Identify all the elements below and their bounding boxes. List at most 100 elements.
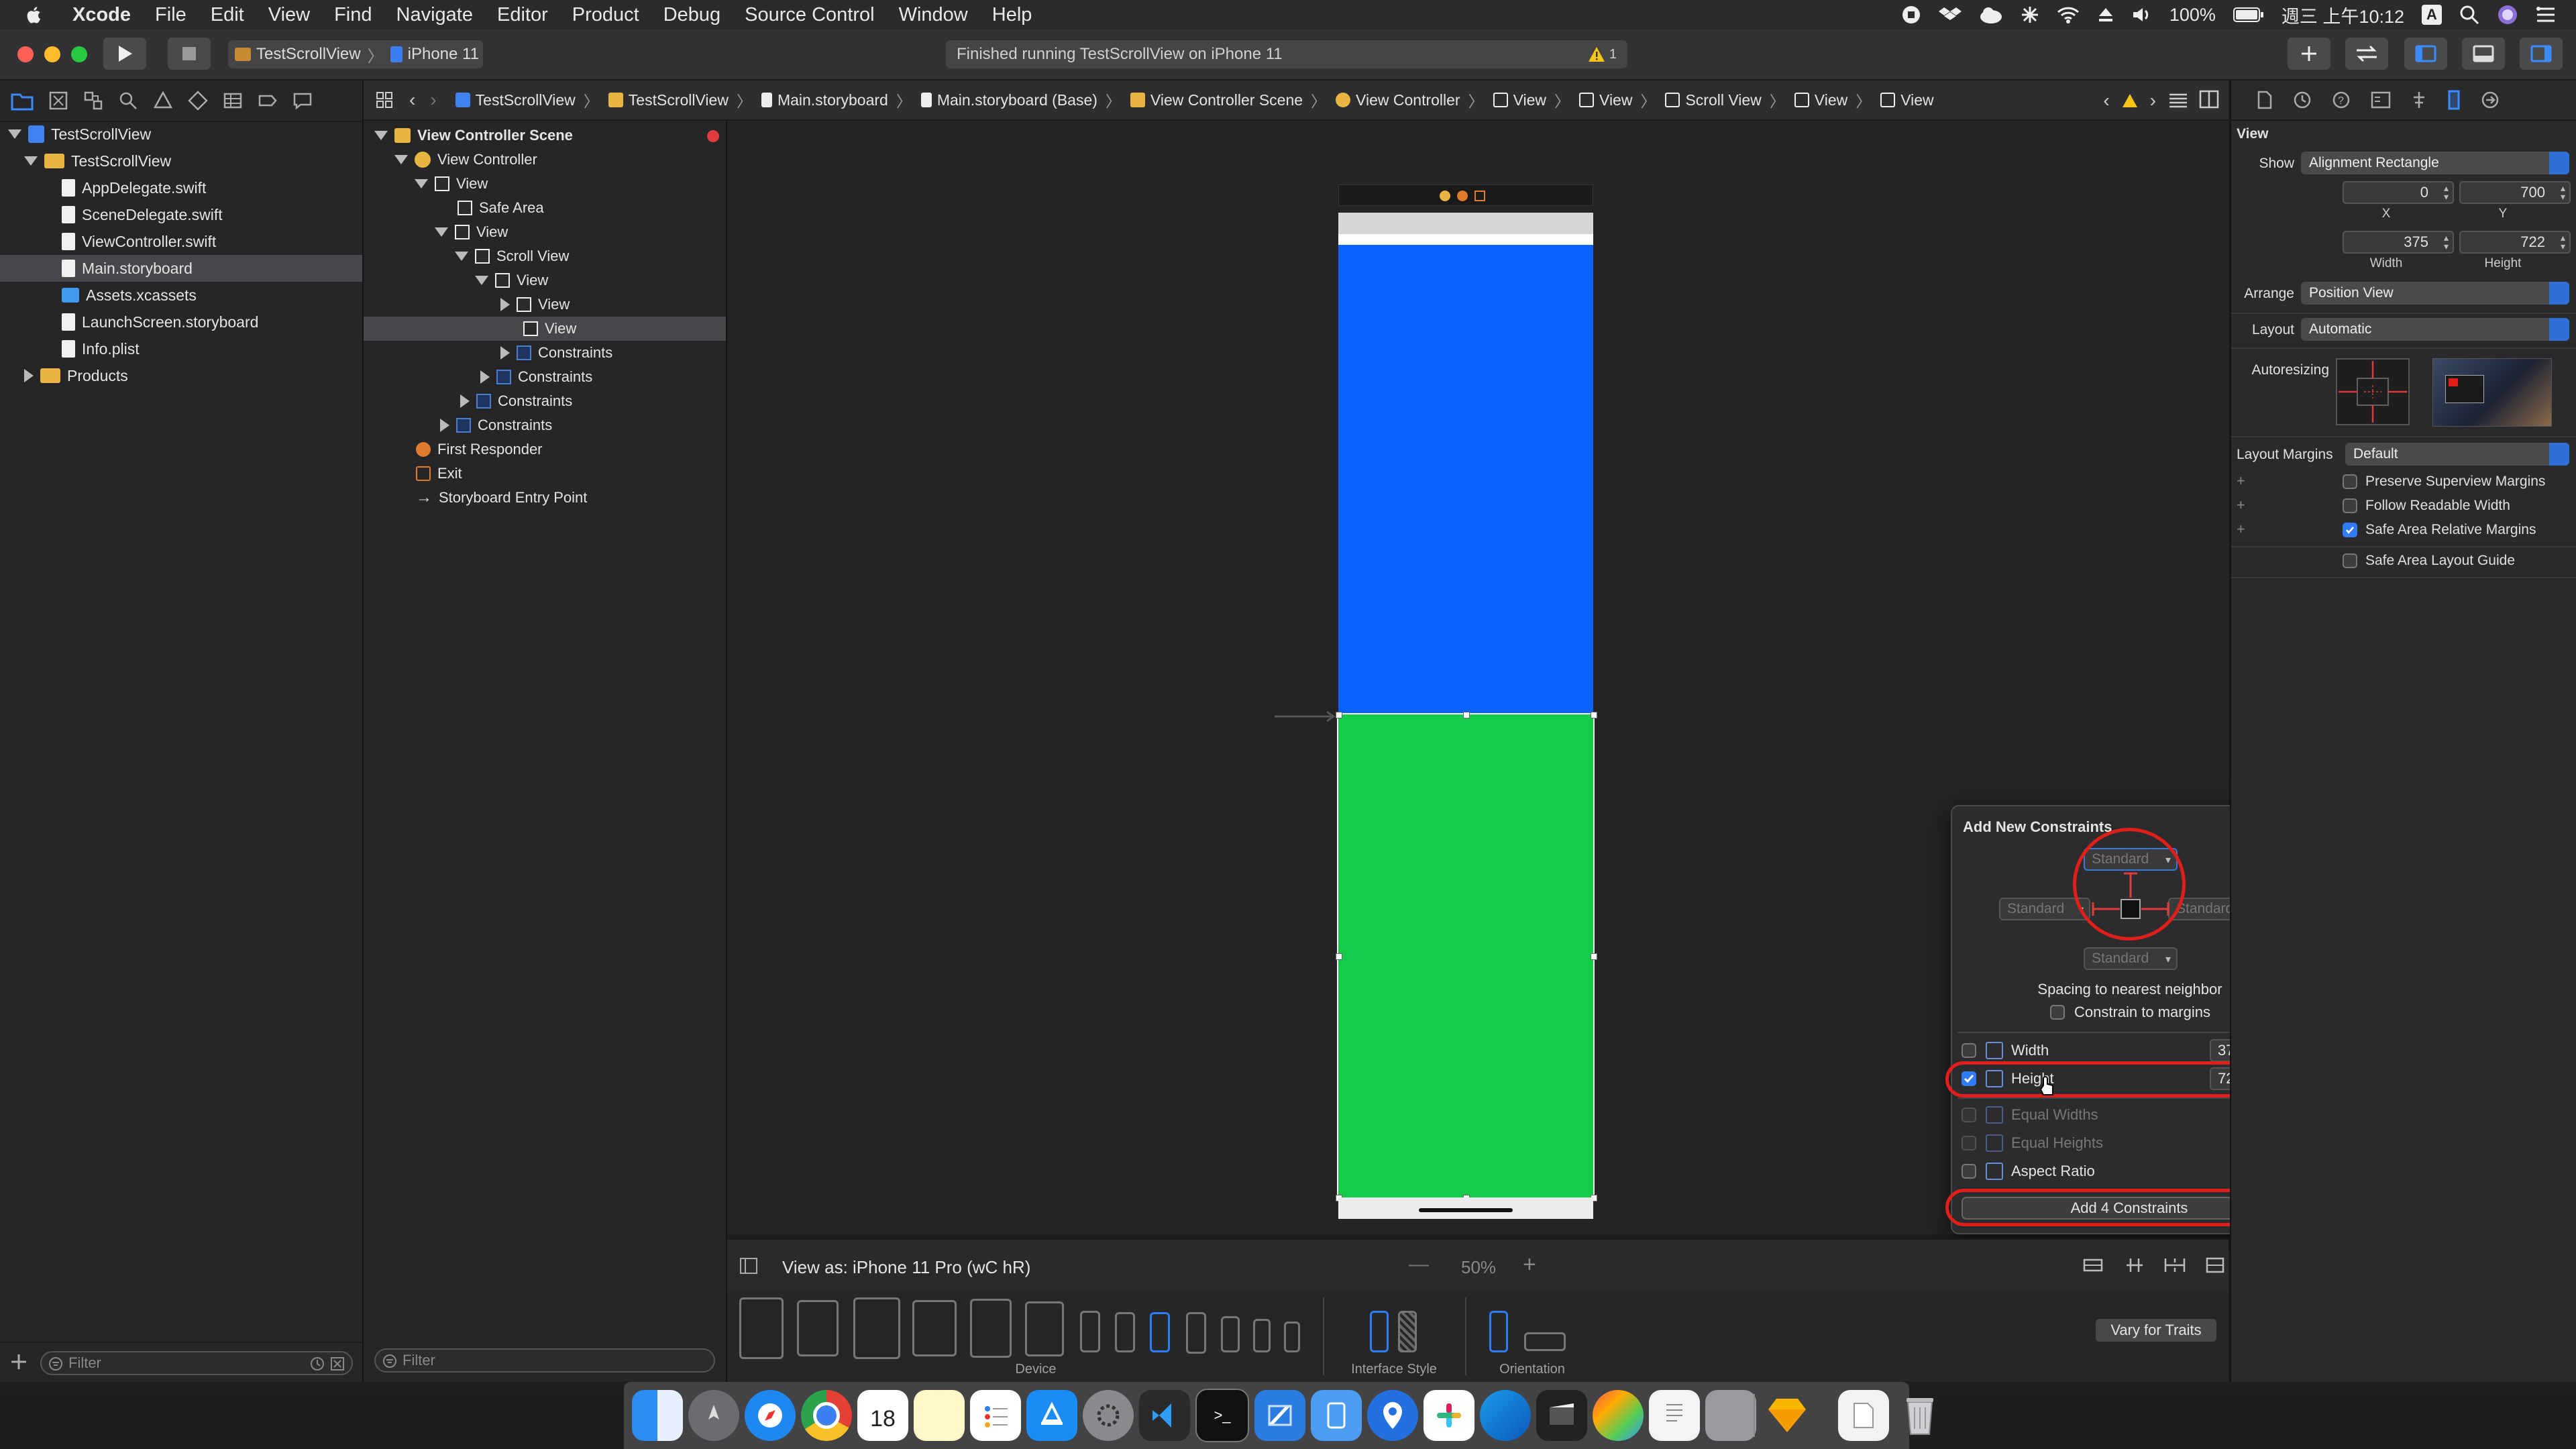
- back-chevron-icon[interactable]: ‹: [409, 89, 415, 111]
- crumb-view-1[interactable]: View 〉: [1493, 89, 1570, 111]
- device-ipad-pro-12-option[interactable]: [739, 1297, 784, 1359]
- stop-button[interactable]: [168, 38, 211, 70]
- crumb-scene[interactable]: View Controller Scene 〉: [1130, 89, 1326, 111]
- issue-navigator-tab-icon[interactable]: [153, 91, 173, 111]
- menu-product[interactable]: Product: [572, 4, 639, 26]
- nav-item-assets[interactable]: Assets.xcassets: [0, 282, 362, 309]
- warning-indicator[interactable]: 1: [1588, 46, 1617, 62]
- y-field[interactable]: 700 ▴ ▾: [2459, 181, 2571, 204]
- checkbox-unchecked[interactable]: [2343, 498, 2357, 513]
- outline-constraints-1[interactable]: Constraints: [364, 341, 726, 365]
- archive-utility-icon[interactable]: [1705, 1390, 1756, 1441]
- safari-icon[interactable]: [745, 1390, 796, 1441]
- layout-margins-popup[interactable]: Default: [2345, 443, 2569, 466]
- menu-file[interactable]: File: [155, 4, 186, 26]
- vscode-icon[interactable]: [1139, 1390, 1190, 1441]
- crumb-view-3[interactable]: View 〉: [1794, 89, 1871, 111]
- hide-outline-icon[interactable]: [739, 1257, 758, 1275]
- nav-item-appdelegate[interactable]: AppDelegate.swift: [0, 174, 362, 201]
- height-field[interactable]: 722 ▴ ▾: [2459, 231, 2571, 254]
- nav-item-infoplist[interactable]: Info.plist: [0, 335, 362, 362]
- spotlight-icon[interactable]: [2459, 5, 2479, 25]
- file-inspector-icon[interactable]: [2257, 91, 2273, 109]
- debug-navigator-tab-icon[interactable]: [223, 91, 243, 111]
- checkbox-unchecked[interactable]: [2343, 474, 2357, 489]
- blue-content-view[interactable]: [1338, 245, 1593, 714]
- forward-chevron-icon[interactable]: ›: [430, 89, 436, 111]
- dock-first-responder-icon[interactable]: [1457, 191, 1468, 201]
- textedit-icon[interactable]: [1649, 1390, 1700, 1441]
- resize-handle[interactable]: [1463, 712, 1470, 718]
- nav-item-group-folder[interactable]: TestScrollView: [0, 148, 362, 174]
- calendar-icon[interactable]: 18: [857, 1390, 908, 1441]
- device-iphone-8-option[interactable]: [1221, 1316, 1240, 1352]
- slack-icon[interactable]: [1424, 1390, 1474, 1441]
- resolve-issues-icon[interactable]: [2204, 1256, 2226, 1275]
- update-frames-icon[interactable]: [2082, 1256, 2104, 1275]
- plus-icon[interactable]: +: [2237, 472, 2245, 490]
- breakpoint-navigator-tab-icon[interactable]: [258, 91, 278, 111]
- menu-source-control[interactable]: Source Control: [745, 4, 874, 26]
- close-window-button[interactable]: [17, 46, 34, 62]
- system-preferences-icon[interactable]: [1083, 1390, 1134, 1441]
- crumb-scroll-view[interactable]: Scroll View 〉: [1665, 89, 1785, 111]
- crumb-folder[interactable]: TestScrollView 〉: [608, 89, 752, 111]
- find-navigator-tab-icon[interactable]: [118, 91, 138, 111]
- code-review-button[interactable]: [2345, 38, 2388, 70]
- plus-icon[interactable]: +: [2237, 521, 2245, 538]
- instruments-icon[interactable]: [1593, 1390, 1644, 1441]
- width-checkbox[interactable]: [1962, 1043, 1976, 1058]
- menu-debug[interactable]: Debug: [663, 4, 720, 26]
- device-iphone-4s-option[interactable]: [1284, 1322, 1300, 1352]
- toggle-navigator-button[interactable]: [2404, 38, 2447, 70]
- source-control-tab-icon[interactable]: [48, 91, 68, 111]
- crumb-storyboard-base[interactable]: Main.storyboard (Base) 〉: [920, 89, 1121, 111]
- outline-exit[interactable]: Exit: [364, 462, 726, 486]
- layout-popup[interactable]: Automatic: [2301, 318, 2569, 341]
- spark-icon[interactable]: [2021, 5, 2039, 24]
- edge-browser-icon[interactable]: [1480, 1390, 1531, 1441]
- interface-style-light-option[interactable]: [1370, 1311, 1389, 1352]
- crumb-view-2[interactable]: View 〉: [1579, 89, 1656, 111]
- safe-area-layout-guide-checkbox[interactable]: Safe Area Layout Guide: [2343, 553, 2515, 569]
- document-icon[interactable]: [1838, 1390, 1889, 1441]
- entry-point-arrow[interactable]: [1275, 711, 1339, 722]
- orientation-portrait-option[interactable]: [1489, 1311, 1508, 1352]
- device-ipad-air-option[interactable]: [853, 1297, 900, 1359]
- device-ipad-9-option[interactable]: [1025, 1301, 1064, 1356]
- menu-find[interactable]: Find: [334, 4, 372, 26]
- interface-style-dark-option[interactable]: [1398, 1311, 1417, 1352]
- device-ipad-mini-option[interactable]: [970, 1299, 1012, 1358]
- wifi-icon[interactable]: [2057, 5, 2080, 24]
- resize-handle[interactable]: [1336, 712, 1342, 718]
- align-icon[interactable]: [2124, 1256, 2145, 1275]
- vary-for-traits-button[interactable]: Vary for Traits: [2096, 1319, 2216, 1342]
- checkbox-checked[interactable]: [2343, 523, 2357, 537]
- recent-files-icon[interactable]: [310, 1356, 325, 1371]
- outline-blue-view[interactable]: View: [364, 292, 726, 317]
- nav-item-launchscreen[interactable]: LaunchScreen.storyboard: [0, 309, 362, 335]
- outline-view-level-2[interactable]: View: [364, 220, 726, 244]
- user-avatar-icon[interactable]: [2497, 4, 2518, 25]
- add-new-constraints-icon[interactable]: [2164, 1256, 2186, 1275]
- width-field[interactable]: 375 ▴ ▾: [2343, 231, 2454, 254]
- input-source-icon[interactable]: A: [2422, 5, 2442, 25]
- aspect-ratio-checkbox[interactable]: [1962, 1164, 1976, 1179]
- device-iphone-11-pro-option-selected[interactable]: [1150, 1312, 1170, 1352]
- apple-menu-icon[interactable]: [27, 5, 43, 24]
- help-inspector-icon[interactable]: ?: [2332, 91, 2351, 109]
- device-iphone-8-plus-option[interactable]: [1186, 1312, 1206, 1354]
- app-store-icon[interactable]: [1026, 1390, 1077, 1441]
- toggle-inspector-button[interactable]: [2520, 38, 2563, 70]
- outline-constraints-3[interactable]: Constraints: [364, 389, 726, 413]
- outline-safe-area[interactable]: Safe Area: [364, 196, 726, 220]
- scene-error-icon[interactable]: [707, 130, 719, 142]
- simulator-icon[interactable]: [1311, 1390, 1362, 1441]
- nav-item-scenedelegate[interactable]: SceneDelegate.swift: [0, 201, 362, 228]
- maps-pin-icon[interactable]: [1367, 1390, 1418, 1441]
- library-add-button[interactable]: [2288, 38, 2330, 70]
- notification-center-icon[interactable]: [2536, 6, 2556, 23]
- preserve-superview-margins-checkbox[interactable]: Preserve Superview Margins: [2343, 474, 2545, 490]
- outline-scroll-view[interactable]: Scroll View: [364, 244, 726, 268]
- identity-inspector-icon[interactable]: [2371, 91, 2391, 109]
